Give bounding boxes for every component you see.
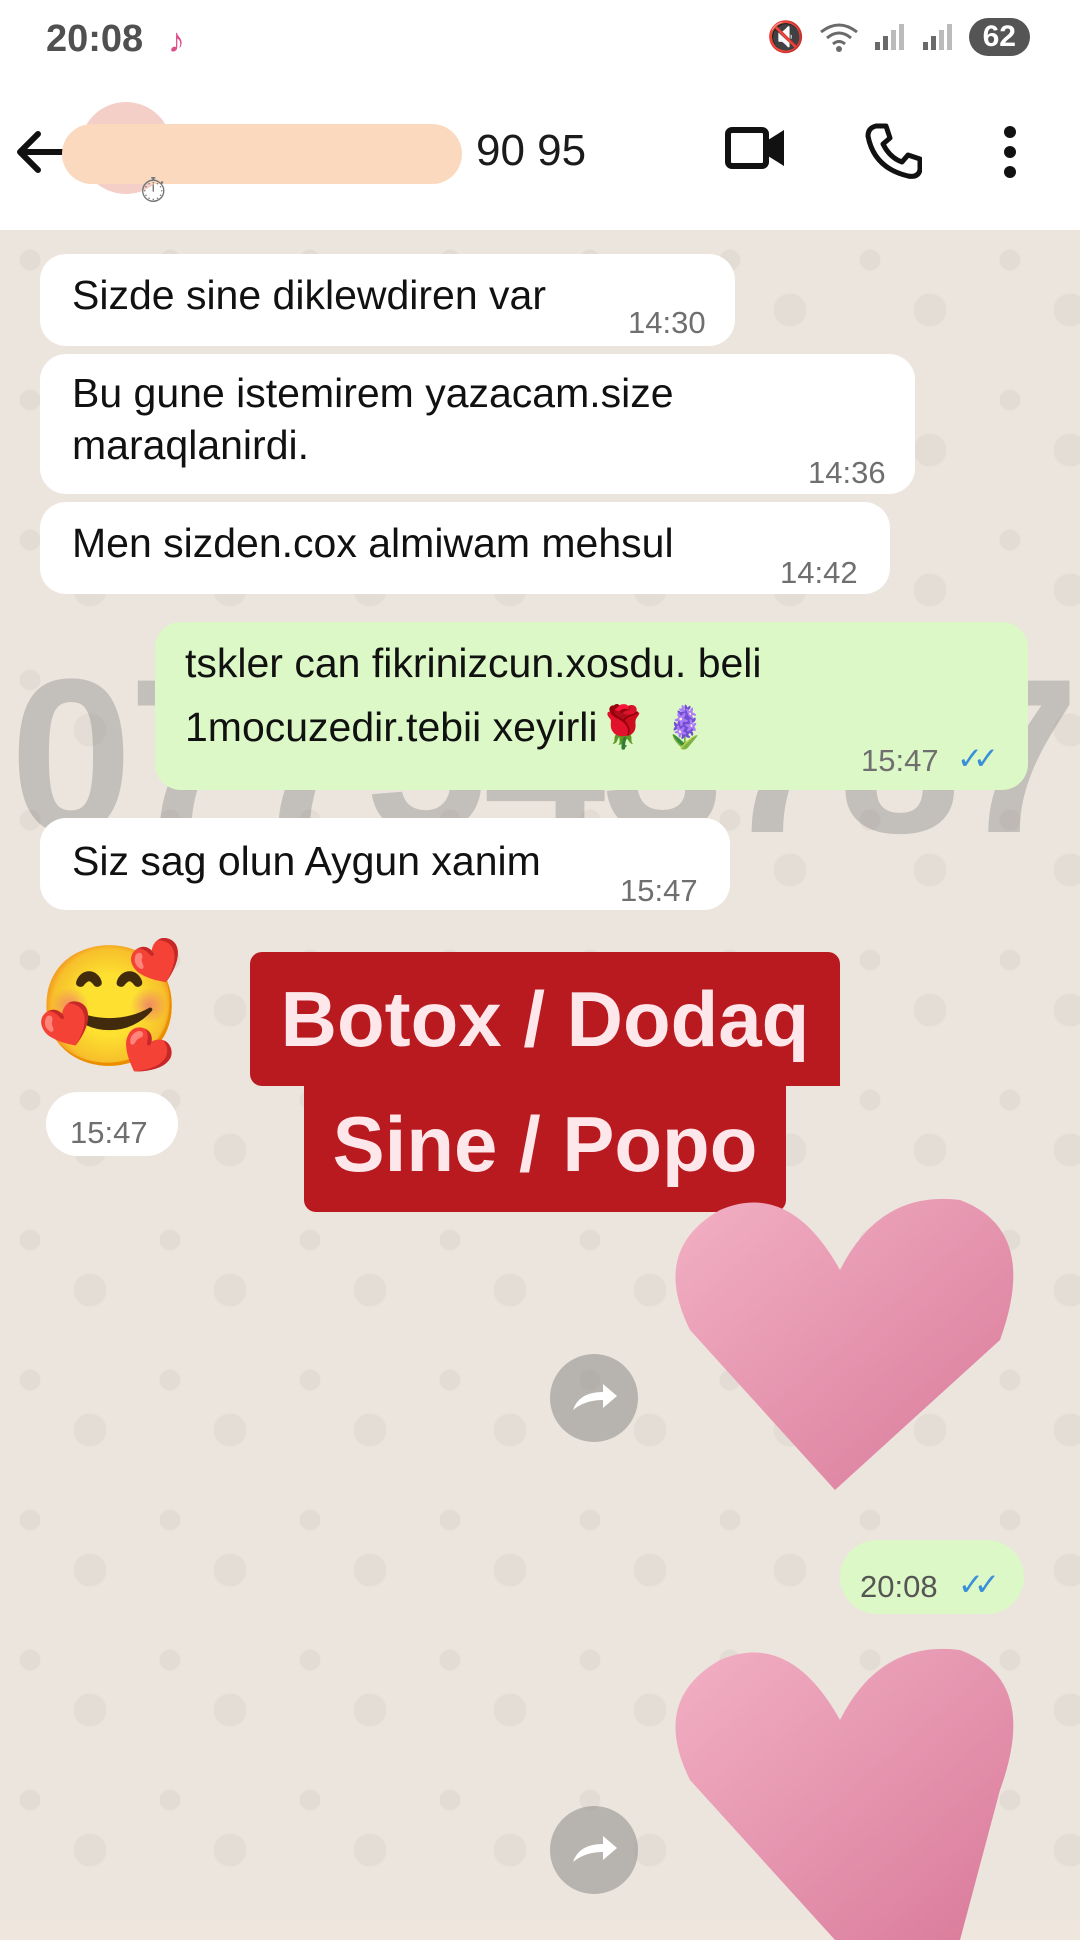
contact-name[interactable]: 90 95: [476, 126, 586, 176]
message-bubble-incoming[interactable]: Siz sag olun Aygun xanim 15:47: [40, 818, 730, 910]
wifi-icon: [819, 23, 858, 52]
promo-banner-text-line2: Sine / Popo: [332, 1100, 758, 1188]
message-time: 15:47: [70, 1115, 148, 1150]
status-time: 20:08: [46, 18, 144, 60]
message-time: 14:42: [780, 555, 858, 590]
mute-icon: 🔇: [767, 20, 805, 54]
message-text: Men sizden.cox almiwam mehsul: [72, 520, 674, 566]
forward-button[interactable]: [550, 1354, 638, 1442]
message-text-line1: Bu gune istemirem yazacam.size: [72, 370, 674, 416]
more-options-icon[interactable]: [1000, 124, 1020, 180]
chat-area[interactable]: 0775437871 Sizde sine diklewdiren var 14…: [0, 230, 1080, 1940]
chat-header: ⏱ 90 95: [0, 80, 1080, 230]
message-text-line2: maraqlanirdi.: [72, 422, 309, 468]
pink-heart-sticker[interactable]: [660, 1640, 1030, 1940]
redacted-contact-name[interactable]: [62, 124, 462, 184]
voice-call-icon[interactable]: [864, 122, 922, 180]
forward-icon: [573, 1384, 617, 1410]
pink-heart-sticker[interactable]: [660, 1190, 1030, 1510]
smiling-face-with-hearts-emoji: 🥰: [36, 941, 183, 1073]
emoji-message[interactable]: 🥰: [36, 942, 183, 1072]
message-text-line2: 1mocuzedir.tebii xeyirli🌹 🪻: [185, 704, 711, 750]
forward-button[interactable]: [550, 1806, 638, 1894]
disappearing-timer-icon: ⏱: [140, 172, 167, 210]
promo-banner-text-line1: Botox / Dodaq: [280, 975, 810, 1063]
message-bubble-incoming[interactable]: Men sizden.cox almiwam mehsul 14:42: [40, 502, 890, 594]
message-bubble-outgoing[interactable]: 20:08 ✓✓: [840, 1540, 1024, 1614]
back-arrow-icon[interactable]: [12, 124, 68, 180]
message-bubble-incoming[interactable]: Sizde sine diklewdiren var 14:30: [40, 254, 735, 346]
message-time: 15:47: [861, 743, 939, 778]
emoji-message-time-pill: 15:47: [46, 1092, 178, 1156]
promo-banner-line1: Botox / Dodaq: [250, 952, 840, 1086]
status-bar: 20:08 ♪ 🔇 62: [0, 0, 1080, 80]
message-bubble-incoming[interactable]: Bu gune istemirem yazacam.size maraqlani…: [40, 354, 915, 494]
video-call-icon[interactable]: [724, 120, 788, 176]
message-time: 20:08: [860, 1569, 938, 1604]
message-text-line1: tskler can fikrinizcun.xosdu. beli: [185, 640, 762, 686]
message-time: 14:36: [808, 455, 886, 490]
read-receipt-icon: ✓✓: [958, 1567, 1000, 1602]
signal-icon: [874, 24, 904, 50]
message-time: 15:47: [620, 873, 698, 908]
read-receipt-icon: ✓✓: [957, 741, 999, 776]
message-text: Siz sag olun Aygun xanim: [72, 838, 541, 884]
forward-icon: [573, 1836, 617, 1862]
signal-icon-2: [922, 24, 952, 50]
battery-indicator: 62: [968, 18, 1030, 56]
message-time: 14:30: [628, 305, 706, 340]
status-icons: 🔇 62: [767, 18, 1030, 56]
message-text: Sizde sine diklewdiren var: [72, 272, 547, 318]
tiktok-notification-icon: ♪: [168, 22, 185, 60]
message-bubble-outgoing[interactable]: tskler can fikrinizcun.xosdu. beli 1mocu…: [155, 622, 1028, 790]
